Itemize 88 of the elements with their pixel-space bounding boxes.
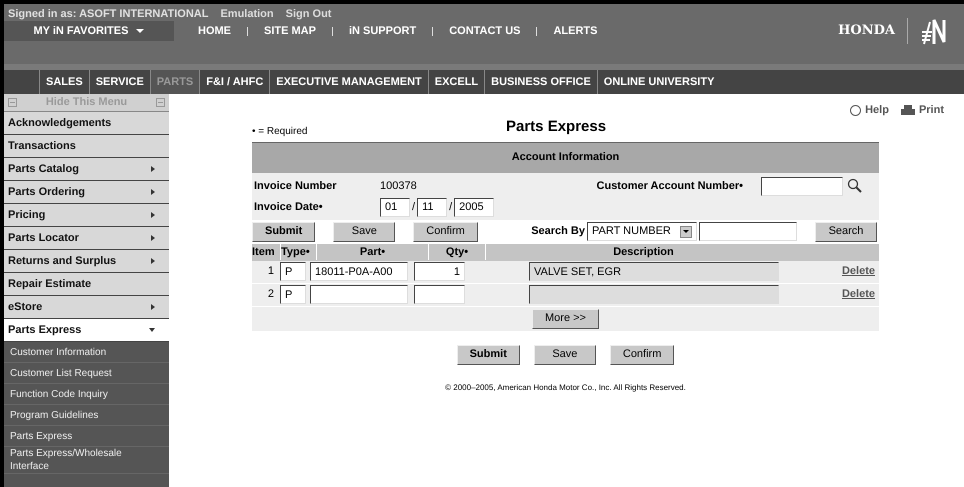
sidebar-item[interactable]: Pricing: [4, 204, 169, 227]
collapse-icon: [8, 98, 17, 107]
page-title: Parts Express: [506, 117, 606, 137]
submenu-item[interactable]: Customer Information: [4, 342, 169, 363]
help-icon: [850, 104, 862, 116]
search-by-select[interactable]: PART NUMBER: [587, 222, 697, 241]
item-number: 2: [266, 287, 275, 302]
form-button[interactable]: Submit: [456, 344, 520, 364]
nav-link[interactable]: SITE MAP: [264, 22, 316, 40]
field-label: Customer Account Number•: [596, 178, 744, 194]
header-link[interactable]: Emulation: [220, 6, 274, 20]
caret-right-icon: [151, 258, 155, 264]
input-field[interactable]: [414, 285, 465, 304]
delete-link[interactable]: Delete: [842, 263, 875, 280]
submenu-item[interactable]: Customer List Request: [4, 363, 169, 384]
submenu-item[interactable]: Function Code Inquiry: [4, 384, 169, 405]
nav-tab[interactable]: BUSINESS OFFICE: [484, 70, 597, 94]
input-field[interactable]: 18011-P0A-A00: [310, 262, 408, 281]
caret-right-icon: [151, 189, 155, 195]
sidebar-item[interactable]: Transactions: [4, 135, 169, 158]
required-note: • = Required: [252, 124, 308, 138]
copyright-text: © 2000–2005, American Honda Motor Co., Inc. All Rights Reserved.: [444, 382, 687, 394]
nav-tab[interactable]: EXCELL: [428, 70, 484, 94]
form-button[interactable]: Submit: [252, 222, 316, 242]
input-field[interactable]: P: [280, 285, 306, 304]
printer-icon: [900, 104, 915, 116]
form-button[interactable]: Save: [333, 222, 396, 242]
column-header: Part•: [316, 244, 428, 260]
sidebar-item[interactable]: Parts Locator: [4, 227, 169, 250]
field-label: Invoice Date•: [254, 200, 324, 215]
column-header: Description: [485, 244, 801, 260]
input-field[interactable]: 2005: [454, 198, 494, 216]
input-field[interactable]: [761, 176, 843, 196]
nav-tab[interactable]: EXECUTIVE MANAGEMENT: [269, 70, 428, 94]
brand-logo: HONDA: [838, 22, 895, 40]
nav-tab[interactable]: ONLINE UNIVERSITY: [596, 70, 720, 94]
invoice-number: 100378: [380, 178, 418, 194]
input-field[interactable]: VALVE SET, EGR: [529, 262, 779, 281]
print-link[interactable]: Print: [900, 102, 944, 118]
column-header: Item: [252, 244, 276, 260]
input-field[interactable]: [529, 285, 779, 304]
form-button[interactable]: Save: [534, 344, 596, 364]
help-link[interactable]: Help: [850, 102, 889, 118]
form-button[interactable]: More >>: [532, 308, 599, 328]
column-header: Qty•: [428, 244, 485, 260]
input-field[interactable]: [699, 222, 797, 241]
sidebar-item[interactable]: Returns and Surplus: [4, 250, 169, 273]
caret-right-icon: [151, 166, 155, 172]
input-field[interactable]: 1: [414, 262, 465, 281]
date-separator: /: [449, 200, 452, 215]
sidebar-item[interactable]: Parts Catalog: [4, 158, 169, 181]
section-header: Account Information: [252, 142, 879, 172]
sidebar-item[interactable]: eStore: [4, 296, 169, 319]
column-header: Type•: [280, 244, 316, 260]
header-link[interactable]: Sign Out: [286, 6, 332, 20]
search-icon: [847, 178, 863, 194]
favorites-menu[interactable]: MY iN FAVORITES: [4, 21, 174, 41]
sidebar-item[interactable]: Parts Ordering: [4, 181, 169, 204]
field-label: Search By: [531, 224, 585, 240]
delete-link[interactable]: Delete: [842, 286, 875, 303]
sidebar-item[interactable]: Parts Express: [4, 319, 169, 342]
signed-in-text: Signed in as: ASOFT INTERNATIONAL: [8, 7, 208, 20]
submenu-item[interactable]: Program Guidelines: [4, 405, 169, 426]
submenu-item[interactable]: Parts Express/Wholesale Interface: [4, 447, 169, 474]
caret-right-icon: [151, 304, 155, 310]
input-field[interactable]: P: [280, 262, 306, 281]
caret-right-icon: [151, 235, 155, 241]
caret-right-icon: [151, 212, 155, 218]
sidebar-item[interactable]: Repair Estimate: [4, 273, 169, 296]
collapse-icon: [156, 98, 165, 107]
input-field[interactable]: 11: [417, 198, 448, 216]
form-button[interactable]: Confirm: [413, 222, 478, 242]
nav-tab[interactable]: F&I / AHFC: [199, 70, 270, 94]
form-button[interactable]: Confirm: [610, 344, 674, 364]
caret-icon: [136, 29, 144, 33]
sidebar-item[interactable]: Acknowledgements: [4, 112, 169, 135]
nav-link[interactable]: CONTACT US: [449, 22, 520, 40]
field-label: Invoice Number: [254, 178, 338, 194]
item-number: 1: [266, 264, 275, 280]
nav-link[interactable]: ALERTS: [553, 22, 598, 40]
nav-link[interactable]: iN SUPPORT: [348, 22, 416, 40]
caret-down-icon: [149, 328, 155, 332]
form-button[interactable]: Search: [815, 222, 877, 242]
input-field[interactable]: [310, 285, 408, 304]
nav-link[interactable]: HOME: [198, 22, 231, 40]
submenu-item[interactable]: Parts Express: [4, 426, 169, 447]
input-field[interactable]: 01: [380, 198, 410, 216]
date-separator: /: [412, 200, 416, 215]
